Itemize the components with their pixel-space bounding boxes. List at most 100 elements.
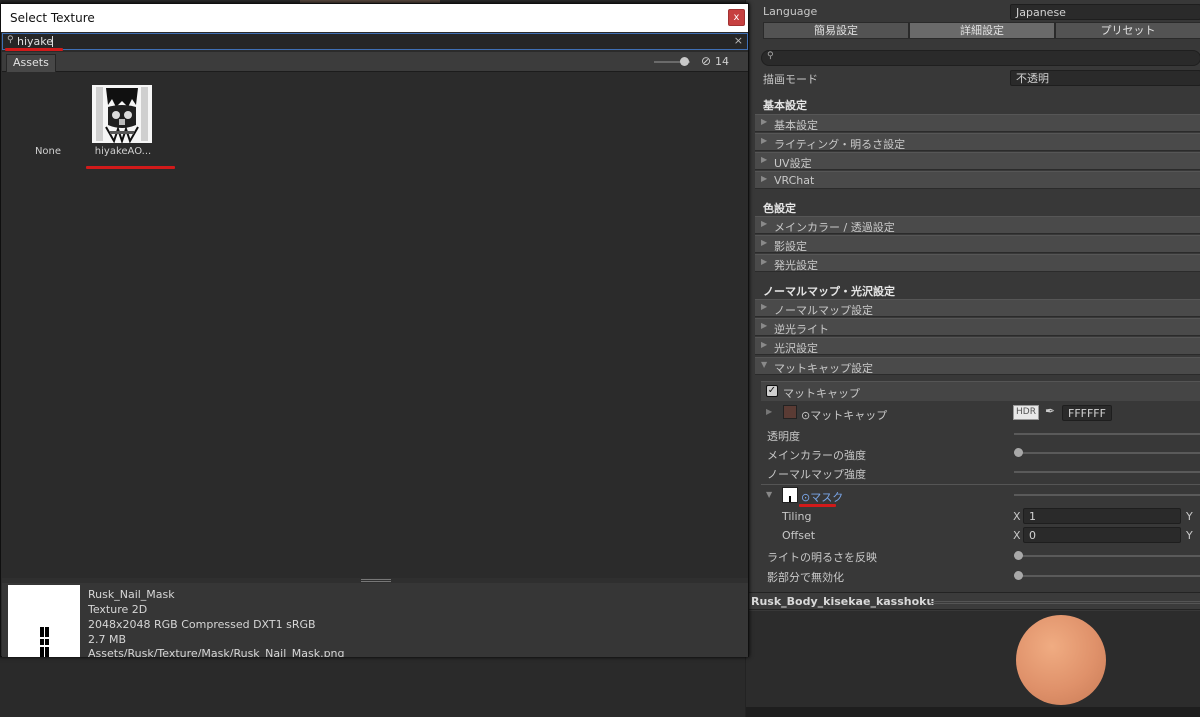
asset-highlight-underline	[86, 166, 175, 169]
asset-item-none[interactable]: None	[23, 146, 73, 157]
group-header-color: 色設定	[763, 202, 796, 215]
mask-slider[interactable]	[1014, 494, 1200, 496]
preview-title: Rusk_Body_kisekae_kasshoku	[751, 595, 935, 608]
asset-info-panel: Rusk_Nail_Mask Texture 2D 2048x2048 RGB …	[2, 583, 748, 657]
hdr-badge[interactable]: HDR	[1013, 405, 1039, 420]
preview-drag-handle[interactable]	[931, 601, 1200, 604]
fold-reflection[interactable]: ▶ 光沢設定	[755, 337, 1200, 355]
foldout-arrow-icon: ▶	[761, 174, 768, 183]
foldout-arrow-icon: ▶	[761, 136, 768, 145]
group-header-basic: 基本設定	[763, 99, 807, 112]
foldout-arrow-icon: ▶	[761, 321, 768, 330]
foldout-arrow-icon: ▶	[761, 257, 768, 266]
info-path: Assets/Rusk/Texture/Mask/Rusk_Nail_Mask.…	[88, 647, 345, 657]
zoom-slider-knob[interactable]	[680, 57, 689, 66]
inspector-search-input[interactable]: ⚲	[761, 50, 1200, 66]
render-mode-label: 描画モード	[763, 73, 818, 86]
selected-texture-preview	[8, 585, 80, 657]
tiling-label: Tiling	[782, 510, 812, 523]
tiling-x-axis: X	[1013, 510, 1021, 523]
tab-simple[interactable]: 簡易設定	[763, 22, 909, 39]
normal-strength-label: ノーマルマップ強度	[767, 468, 866, 481]
close-button[interactable]: x	[728, 9, 745, 26]
fold-lighting[interactable]: ▶ ライティング・明るさ設定	[755, 133, 1200, 151]
clear-search-icon[interactable]: ×	[734, 34, 743, 47]
fold-matcap[interactable]: ▼ マットキャップ設定	[755, 357, 1200, 375]
slider-knob[interactable]	[1014, 551, 1023, 560]
info-type: Texture 2D	[88, 603, 148, 616]
main-color-strength-slider[interactable]	[1014, 452, 1200, 454]
search-icon: ⚲	[767, 51, 774, 61]
eyedropper-icon[interactable]: ✒	[1045, 404, 1055, 418]
shadow-disable-slider[interactable]	[1014, 575, 1200, 577]
offset-x-axis: X	[1013, 529, 1021, 542]
matcap-checkbox[interactable]: ✓	[766, 385, 778, 397]
offset-x-field[interactable]: 0	[1023, 527, 1181, 543]
dialog-toolbar: Assets ⊘ 14	[2, 52, 748, 72]
fold-vrchat[interactable]: ▶ VRChat	[755, 171, 1200, 189]
status-strip	[746, 707, 1200, 717]
search-highlight-underline	[5, 48, 63, 51]
foldout-arrow-icon: ▶	[761, 340, 768, 349]
mask-texture-slot[interactable]	[782, 487, 798, 503]
foldout-arrow-icon: ▶	[761, 238, 768, 247]
tab-assets[interactable]: Assets	[6, 54, 56, 72]
fold-normal-map[interactable]: ▶ ノーマルマップ設定	[755, 299, 1200, 317]
mask-label[interactable]: ⊙マスク	[801, 489, 843, 505]
foldout-arrow-icon: ▶	[761, 155, 768, 164]
foldout-expanded-arrow-icon: ▼	[761, 360, 768, 369]
search-icon: ⚲	[7, 35, 14, 45]
fold-rim-light[interactable]: ▶ 逆光ライト	[755, 318, 1200, 336]
opacity-label: 透明度	[767, 430, 800, 443]
fold-shadow[interactable]: ▶ 影設定	[755, 235, 1200, 253]
nail-mask-image	[8, 585, 80, 657]
group-header-normal: ノーマルマップ・光沢設定	[763, 285, 895, 298]
matcap-texture-slot[interactable]	[783, 405, 797, 419]
language-dropdown[interactable]: Japanese	[1010, 4, 1200, 20]
info-size: 2.7 MB	[88, 633, 127, 646]
normal-strength-slider[interactable]	[1014, 471, 1200, 473]
offset-label: Offset	[782, 529, 816, 542]
foldout-expanded-arrow-icon[interactable]: ▼	[766, 490, 772, 499]
opacity-slider[interactable]	[1014, 433, 1200, 435]
foldout-arrow-icon: ▶	[761, 302, 768, 311]
mode-tabs: 簡易設定 詳細設定 プリセット	[763, 22, 1200, 39]
material-preview[interactable]	[746, 611, 1200, 707]
main-color-strength-label: メインカラーの強度	[767, 449, 866, 462]
tab-advanced[interactable]: 詳細設定	[909, 22, 1055, 39]
fold-uv[interactable]: ▶ UV設定	[755, 152, 1200, 170]
dialog-title: Select Texture	[10, 11, 95, 25]
shadow-disable-label: 影部分で無効化	[767, 571, 844, 584]
light-brightness-slider[interactable]	[1014, 555, 1200, 557]
texture-search-input[interactable]: ⚲ hiyake ×	[2, 33, 748, 50]
asset-item-thumbnail[interactable]	[92, 85, 152, 143]
info-format: 2048x2048 RGB Compressed DXT1 sRGB	[88, 618, 316, 631]
slider-knob[interactable]	[1014, 448, 1023, 457]
divider	[761, 484, 1200, 485]
slider-knob[interactable]	[1014, 571, 1023, 580]
foldout-arrow-icon: ▶	[761, 117, 768, 126]
foldout-arrow-icon: ▶	[761, 219, 768, 228]
asset-item-hiyake[interactable]: hiyakeAO...	[89, 146, 157, 157]
hidden-items-eye-icon[interactable]: ⊘	[701, 54, 711, 68]
tab-preset[interactable]: プリセット	[1055, 22, 1200, 39]
splitter-grip-icon[interactable]	[361, 579, 391, 582]
fold-main-color[interactable]: ▶ メインカラー / 透過設定	[755, 216, 1200, 234]
matcap-hex-field[interactable]: FFFFFF	[1062, 405, 1112, 421]
fold-emission[interactable]: ▶ 発光設定	[755, 254, 1200, 272]
fold-basic[interactable]: ▶ 基本設定	[755, 114, 1200, 132]
offset-y-axis: Y	[1186, 529, 1193, 542]
info-name: Rusk_Nail_Mask	[88, 588, 175, 601]
mask-highlight-underline	[799, 504, 836, 507]
tiling-x-field[interactable]: 1	[1023, 508, 1181, 524]
asset-item-label: None	[34, 146, 62, 157]
foldout-arrow-icon[interactable]: ▶	[766, 407, 772, 416]
material-inspector: Language Japanese 簡易設定 詳細設定 プリセット ⚲ 描画モー…	[745, 0, 1200, 717]
render-mode-dropdown[interactable]: 不透明	[1010, 70, 1200, 86]
light-brightness-label: ライトの明るさを反映	[767, 551, 877, 564]
dialog-titlebar[interactable]: Select Texture x	[1, 4, 748, 32]
text-cursor	[52, 36, 53, 47]
preview-header[interactable]: Rusk_Body_kisekae_kasshoku	[746, 592, 1200, 610]
hidden-items-count: 14	[715, 55, 729, 68]
preview-sphere	[1016, 615, 1106, 705]
